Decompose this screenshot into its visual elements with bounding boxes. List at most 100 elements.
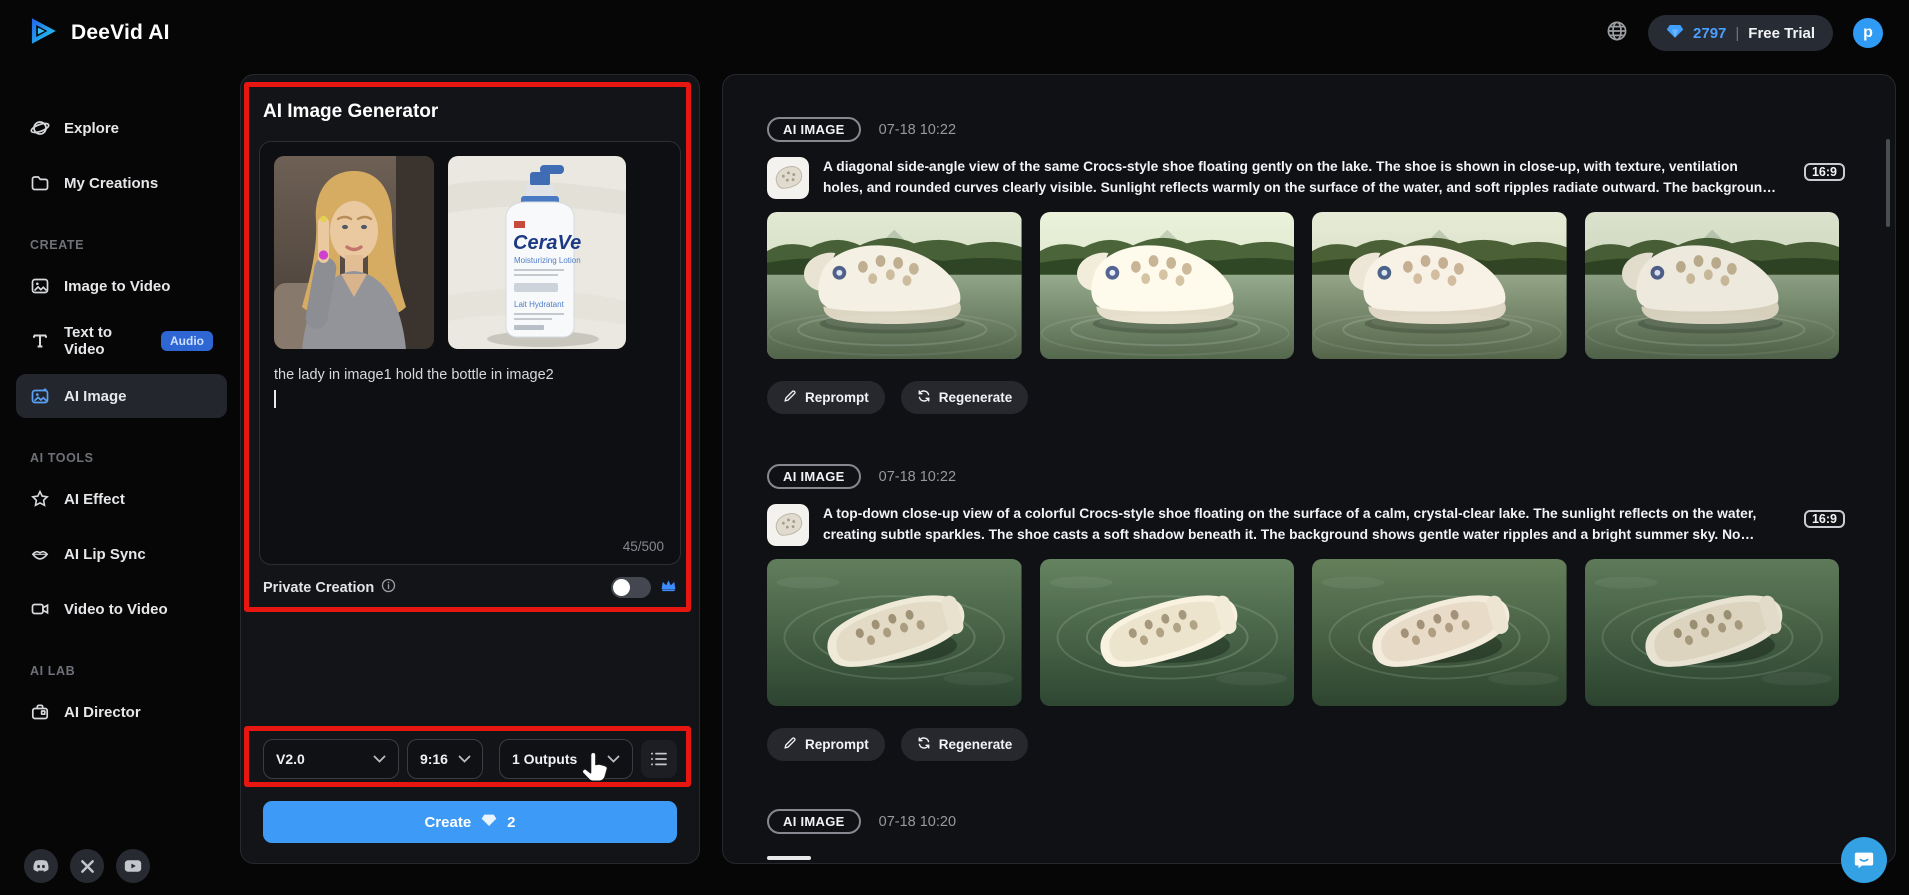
sidebar-item-ai-image[interactable]: AI Image [16,374,227,418]
sidebar-label: My Creations [64,174,159,192]
sidebar-item-ai-lip-sync[interactable]: AI Lip Sync [16,532,227,576]
sidebar-item-ai-effect[interactable]: AI Effect [16,477,227,521]
partial-content-line [767,856,811,860]
generated-image[interactable] [1585,212,1840,359]
reprompt-label: Reprompt [805,737,869,752]
reprompt-label: Reprompt [805,390,869,405]
sidebar-label: AI Effect [64,490,125,508]
social-links [24,849,150,883]
pencil-icon [783,736,797,753]
generation-history-panel[interactable]: AI IMAGE 07-18 10:22 A diagonal side-ang… [722,74,1896,864]
folder-icon [30,173,50,193]
reprompt-button[interactable]: Reprompt [767,728,885,761]
sidebar-item-explore[interactable]: Explore [16,106,227,150]
ai-image-generator-panel: AI Image Generator the lady in image1 ho… [240,74,700,864]
credits-separator: | [1735,24,1740,42]
prompt-card[interactable]: the lady in image1 hold the bottle in im… [259,141,681,565]
sidebar: Explore My Creations CREATE Image to Vid… [0,66,243,895]
user-avatar[interactable]: p [1853,18,1883,48]
history-prompt-text: A top-down close-up view of a colorful C… [823,506,1757,542]
sidebar-item-video-to-video[interactable]: Video to Video [16,587,227,631]
panel-title: AI Image Generator [263,101,439,122]
model-select[interactable]: V2.0 [263,739,399,779]
regenerate-label: Regenerate [938,390,1013,405]
credits-count: 2797 [1693,24,1727,42]
history-item: AI IMAGE 07-18 10:20 [767,809,1845,860]
uploaded-images-row [274,156,666,349]
scrollbar-thumb[interactable] [1886,139,1890,227]
generated-images-grid [767,212,1839,359]
text-icon [30,331,50,351]
private-creation-row: Private Creation [263,577,677,598]
generated-image[interactable] [767,559,1022,706]
prompt-input[interactable]: the lady in image1 hold the bottle in im… [274,365,666,386]
ai-image-badge: AI IMAGE [767,117,861,142]
regenerate-button[interactable]: Regenerate [900,728,1029,761]
x-twitter-icon[interactable] [70,849,104,883]
brand-logo[interactable]: DeeVid AI [26,14,170,53]
support-chat-button[interactable] [1841,837,1887,883]
ai-image-icon [30,386,50,406]
sidebar-label: AI Director [64,703,141,721]
model-value: V2.0 [276,751,305,767]
outputs-value: 1 Outputs [511,751,578,767]
generated-image[interactable] [1040,212,1295,359]
text-caret [274,390,276,409]
char-counter: 45/500 [622,539,664,554]
director-bag-icon [30,702,50,722]
upload-image-1[interactable] [274,156,434,349]
chevron-down-icon [448,755,471,763]
info-icon[interactable] [381,578,396,597]
refresh-icon [917,736,931,753]
audio-badge: Audio [161,331,213,351]
create-label: Create [424,813,472,831]
section-title-ai-lab: AI LAB [30,664,76,678]
generated-image[interactable] [767,212,1022,359]
upload-image-2[interactable] [448,156,626,349]
timestamp: 07-18 10:20 [878,813,957,830]
generated-image[interactable] [1040,559,1295,706]
timestamp: 07-18 10:22 [878,121,957,138]
create-button[interactable]: Create 2 [263,801,677,843]
sidebar-label: Explore [64,119,120,137]
star-icon [30,489,50,509]
private-creation-label: Private Creation [263,579,375,596]
planet-icon [30,118,50,138]
generation-controls: V2.0 9:16 1 Outputs [263,739,677,779]
sidebar-item-text-to-video[interactable]: Text to Video Audio [16,319,227,363]
cost-diamond-icon [481,813,497,831]
lips-icon [30,544,50,564]
sidebar-label: Image to Video [64,277,171,295]
section-title-ai-tools: AI TOOLS [30,451,94,465]
prompt-thumbnail[interactable] [767,157,809,199]
credits-pill[interactable]: 2797 | Free Trial [1648,15,1833,51]
generated-image[interactable] [1312,212,1567,359]
youtube-icon[interactable] [116,849,150,883]
ai-image-badge: AI IMAGE [767,809,861,834]
image-icon [30,276,50,296]
sidebar-label: AI Lip Sync [64,545,146,563]
regenerate-button[interactable]: Regenerate [900,381,1029,414]
sidebar-item-my-creations[interactable]: My Creations [16,161,227,205]
outputs-select[interactable]: 1 Outputs [498,739,633,779]
generated-image[interactable] [1585,559,1840,706]
sidebar-item-ai-director[interactable]: AI Director [16,690,227,734]
history-item: AI IMAGE 07-18 10:22 A top-down close-up… [767,464,1845,761]
discord-icon[interactable] [24,849,58,883]
video-camera-icon [30,599,50,619]
sidebar-label: Text to Video [64,324,113,358]
generated-image[interactable] [1312,559,1567,706]
aspect-ratio-select[interactable]: 9:16 [406,739,483,779]
premium-crown-icon [660,578,677,597]
refresh-icon [917,389,931,406]
sidebar-item-image-to-video[interactable]: Image to Video [16,264,227,308]
language-globe-icon[interactable] [1606,20,1628,47]
aspect-ratio-badge: 16:9 [1803,163,1845,181]
reprompt-button[interactable]: Reprompt [767,381,885,414]
pencil-icon [783,389,797,406]
queue-list-button[interactable] [640,740,677,778]
history-item: AI IMAGE 07-18 10:22 A diagonal side-ang… [767,117,1845,414]
prompt-thumbnail[interactable] [767,504,809,546]
private-creation-toggle[interactable] [611,577,651,598]
diamond-icon [1666,23,1684,43]
